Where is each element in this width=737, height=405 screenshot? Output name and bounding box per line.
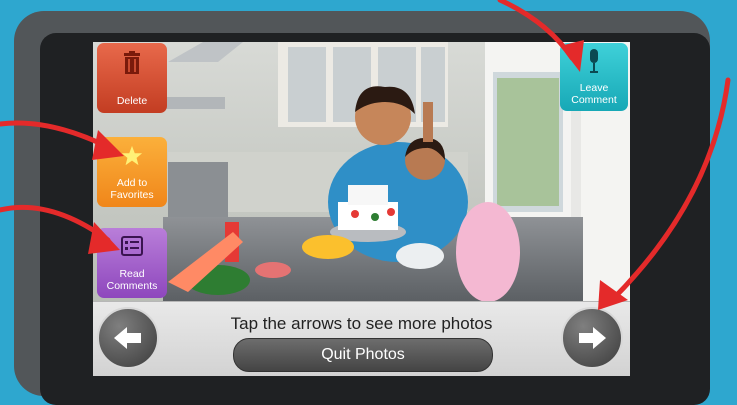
right-arrow-icon — [579, 327, 606, 349]
favorites-label-line2: Favorites — [110, 189, 154, 201]
favorites-label: Add to Favorites — [97, 177, 167, 201]
left-arrow-icon — [114, 327, 141, 349]
photo-viewer-screen: Delete Add to Favorites Read Comments Le… — [93, 42, 630, 376]
favorites-label-line1: Add to — [116, 177, 148, 189]
microphone-icon — [590, 49, 598, 73]
previous-photo-button[interactable] — [97, 307, 159, 369]
read-comments-label: Read Comments — [97, 268, 167, 292]
leave-comment-label: Leave Comment — [560, 82, 628, 106]
bottom-bar: Tap the arrows to see more photos Quit P… — [93, 301, 630, 376]
star-icon — [121, 145, 143, 166]
trash-icon — [124, 51, 140, 74]
leave-comment-button[interactable]: Leave Comment — [560, 43, 628, 111]
read-label-line1: Read — [119, 268, 145, 280]
delete-label: Delete — [116, 95, 148, 107]
comment-label-line2: Comment — [571, 94, 617, 106]
navigation-hint: Tap the arrows to see more photos — [230, 314, 493, 333]
add-to-favorites-button[interactable]: Add to Favorites — [97, 137, 167, 207]
read-comments-button[interactable]: Read Comments — [97, 228, 167, 298]
next-photo-button[interactable] — [561, 307, 623, 369]
read-label-line2: Comments — [106, 280, 158, 292]
photo — [93, 42, 630, 301]
comment-label-line1: Leave — [579, 82, 609, 94]
list-icon — [121, 236, 143, 256]
delete-button[interactable]: Delete — [97, 43, 167, 113]
quit-photos-button[interactable]: Quit Photos — [233, 338, 493, 372]
